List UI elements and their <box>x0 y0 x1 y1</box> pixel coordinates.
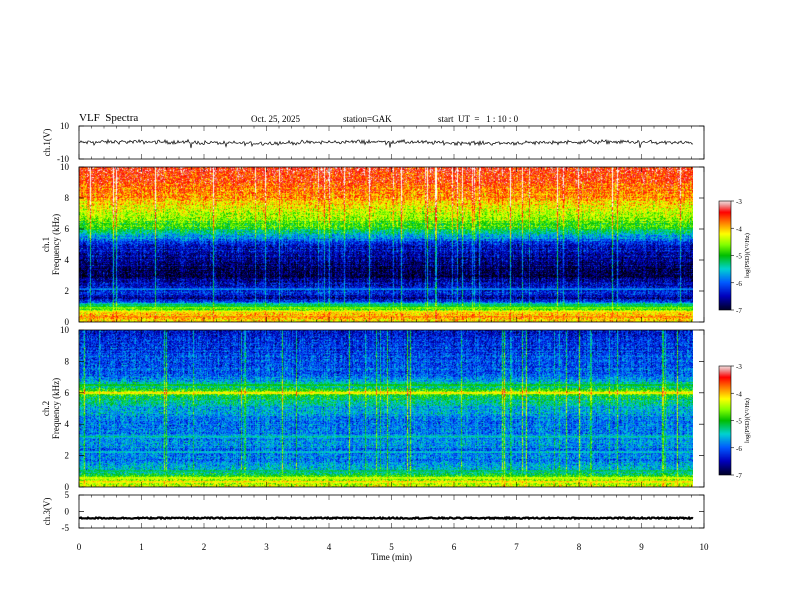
ch1-spectrogram-ytick-label: 4 <box>65 255 70 265</box>
ch1-spectrogram-colorbar-tick-label: -5 <box>736 253 742 261</box>
ch1-spectrogram-panel: 0246810ch.1 Frequency (kHz) <box>41 162 705 327</box>
ch1-spectrogram-ylabel: ch.1 <box>41 237 51 252</box>
x-tick-label: 2 <box>202 542 207 552</box>
x-tick-label: 7 <box>514 542 519 552</box>
ch2-spectrogram-ytick-label: 10 <box>60 325 70 335</box>
ch2-spectrogram-colorbar-tick-label: -7 <box>736 472 742 480</box>
panels-layer: 10-10ch.1(V)0246810ch.1 Frequency (kHz)02… <box>41 121 705 533</box>
x-axis-label: Time (min) <box>371 552 412 562</box>
vlf-figure: 10-10ch.1(V)0246810ch.1 Frequency (kHz)02… <box>41 121 751 562</box>
ch3-waveform-trace <box>78 515 694 521</box>
ch2-spectrogram-colorbar: -3 -4 -5 -6 -7 log(PSD)(V²/Hz) <box>718 363 751 480</box>
ch2-spectrogram-ytick-label: 4 <box>65 419 70 429</box>
ch2-spectrogram-colorbar-gradient <box>719 366 731 475</box>
x-tick-label: 1 <box>139 542 144 552</box>
ch3-waveform-ytick-label: 5 <box>65 490 70 500</box>
ch2-spectrogram-ytick-label: 2 <box>65 451 70 461</box>
ch2-spectrogram-image <box>79 330 693 487</box>
ch2-spectrogram-ytick-label: 6 <box>65 388 70 398</box>
ch1-spectrogram-ytick-label: 10 <box>60 162 70 172</box>
ch1-spectrogram-ytick-label: 6 <box>65 224 70 234</box>
ch1-spectrogram-colorbar: -3 -4 -5 -6 -7 log(PSD)(V²/Hz) <box>718 198 751 315</box>
ch1-waveform-ytick-label: 10 <box>60 121 70 131</box>
ch2-spectrogram-panel: 0246810ch.2 Frequency (kHz) <box>41 325 705 492</box>
ch1-spectrogram-ytick-label: 8 <box>65 193 70 203</box>
ch1-waveform-trace <box>78 138 694 149</box>
ch1-spectrogram-colorbar-label: log(PSD)(V²/Hz) <box>744 233 751 278</box>
ch1-spectrogram-image <box>79 167 693 322</box>
ch1-spectrogram-ylabel: Frequency (kHz) <box>51 214 61 275</box>
ch1-spectrogram-colorbar-tick-label: -3 <box>736 198 742 206</box>
ch2-spectrogram-colorbar-tick-label: -5 <box>736 418 742 426</box>
ch1-waveform-panel: 10-10ch.1(V) <box>42 121 705 164</box>
ch2-spectrogram-colorbar-tick-label: -4 <box>736 390 742 398</box>
ch3-waveform-ylabel: ch.3(V) <box>42 498 52 526</box>
ch2-spectrogram-ytick-label: 8 <box>65 356 70 366</box>
ch3-waveform-ytick-label: -5 <box>62 523 70 533</box>
x-tick-label: 3 <box>264 542 269 552</box>
x-axis: 0 1 2 3 4 5 6 7 8 9 10 Time (min) <box>77 542 709 562</box>
ch2-spectrogram-colorbar-tick-label: -3 <box>736 363 742 371</box>
ch3-waveform-panel: 5 0 -5 ch.3(V) <box>42 490 705 533</box>
ch1-spectrogram-colorbar-tick-label: -6 <box>736 280 742 288</box>
ch2-spectrogram-colorbar-tick-label: -6 <box>736 445 742 453</box>
x-tick-label: 8 <box>577 542 582 552</box>
ch2-spectrogram-colorbar-label: log(PSD)(V²/Hz) <box>744 398 751 443</box>
x-tick-label: 0 <box>77 542 82 552</box>
x-tick-label: 10 <box>700 542 710 552</box>
ch3-waveform-ytick-label: 0 <box>65 507 70 517</box>
x-tick-label: 6 <box>452 542 457 552</box>
ch1-spectrogram-colorbar-gradient <box>719 201 731 310</box>
ch2-spectrogram-ylabel: ch.2 <box>41 401 51 416</box>
ch1-waveform-ylabel: ch.1(V) <box>42 129 52 157</box>
ch2-spectrogram-ylabel: Frequency (kHz) <box>51 378 61 439</box>
colorbars-layer: -3 -4 -5 -6 -7 log(PSD)(V²/Hz) -3 -4 -5 -6 -7 log(P… <box>718 198 751 480</box>
x-tick-label: 9 <box>639 542 644 552</box>
ch1-spectrogram-colorbar-tick-label: -4 <box>736 225 742 233</box>
ch1-spectrogram-colorbar-tick-label: -7 <box>736 307 742 315</box>
x-tick-label: 5 <box>389 542 394 552</box>
ch1-spectrogram-ytick-label: 2 <box>65 286 70 296</box>
x-tick-label: 4 <box>327 542 332 552</box>
